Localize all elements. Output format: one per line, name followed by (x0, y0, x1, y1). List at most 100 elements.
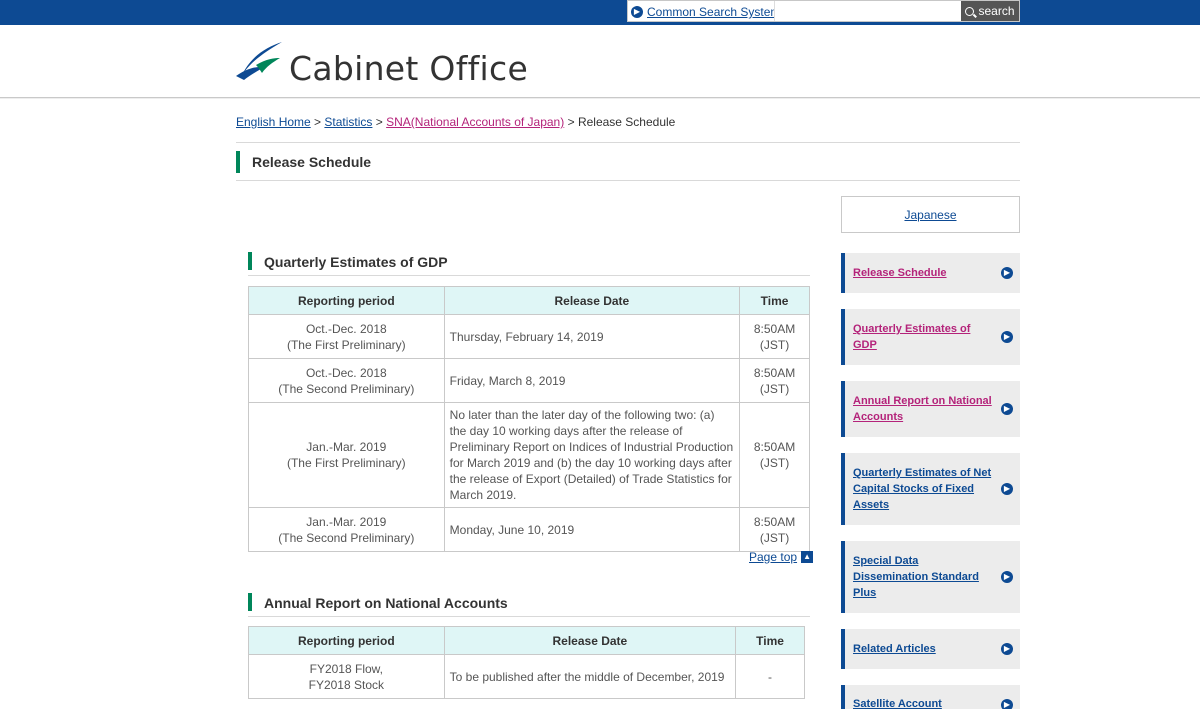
period-line: FY2018 Flow, (309, 661, 383, 676)
release-date-cell: No later than the later day of the follo… (443, 402, 741, 508)
chevron-right-icon[interactable]: ▶ (1001, 643, 1013, 655)
sidebar-item-release-schedule[interactable]: Release Schedule ▶ (841, 253, 1020, 293)
period-line: Jan.-Mar. 2019 (306, 440, 387, 454)
breadcrumb: English Home > Statistics > SNA(National… (236, 115, 675, 129)
sidebar-item-satellite-account[interactable]: Satellite Account ▶ (841, 685, 1020, 709)
column-header-release-date: Release Date (443, 286, 741, 315)
sidebar-item-label[interactable]: Special Data Dissemination Standard Plus (853, 553, 995, 601)
chevron-right-icon[interactable]: ▶ (1001, 483, 1013, 495)
cabinet-office-logo-icon[interactable] (236, 41, 284, 81)
table-header-row: Reporting period Release Date Time (248, 626, 805, 655)
breadcrumb-separator: > (375, 115, 383, 129)
breadcrumb-current: Release Schedule (577, 115, 676, 129)
column-header-reporting-period: Reporting period (248, 626, 445, 655)
column-header-time: Time (735, 626, 805, 655)
page-title-block: Release Schedule (236, 142, 1020, 181)
time-line: (JST) (759, 530, 790, 545)
section-accent-bar (248, 252, 252, 270)
period-line: (The Second Preliminary) (278, 530, 415, 545)
table-row: Oct.-Dec. 2018 (The First Preliminary) Th… (248, 314, 810, 359)
search-button[interactable]: search (961, 1, 1019, 21)
quarterly-gdp-table: Reporting period Release Date Time Oct.-… (248, 286, 810, 552)
time-cell: 8:50AM (JST) (739, 358, 810, 403)
search-input[interactable] (774, 1, 960, 21)
reporting-period-cell: Oct.-Dec. 2018 (The Second Preliminary) (248, 358, 445, 403)
period-line: Oct.-Dec. 2018 (305, 365, 387, 380)
column-header-time: Time (739, 286, 810, 315)
period-line: Oct.-Dec. 2018 (305, 321, 387, 336)
arrow-up-icon[interactable]: ▲ (801, 551, 814, 563)
page-top-link[interactable]: Page top (749, 550, 797, 564)
chevron-right-icon[interactable]: ▶ (1001, 331, 1013, 343)
column-header-reporting-period: Reporting period (248, 286, 445, 315)
sidebar-item-label[interactable]: Satellite Account (853, 696, 995, 709)
sidebar-item-annual-report[interactable]: Annual Report on National Accounts ▶ (841, 381, 1020, 437)
period-line: Jan.-Mar. 2019 (306, 514, 387, 529)
top-bar: ▶ Common Search System search (0, 0, 1200, 25)
chevron-right-icon[interactable]: ▶ (1001, 267, 1013, 279)
title-accent-bar (236, 151, 240, 173)
reporting-period-cell: Oct.-Dec. 2018 (The First Preliminary) (248, 314, 445, 359)
sidebar-item-label[interactable]: Quarterly Estimates of Net Capital Stock… (853, 465, 995, 513)
time-line: 8:50AM (753, 321, 796, 336)
time-line: 8:50AM (753, 365, 796, 380)
reporting-period-cell: FY2018 Flow, FY2018 Stock (248, 654, 445, 699)
sidebar-item-label[interactable]: Related Articles (853, 641, 995, 657)
period-line: FY2018 Stock (308, 677, 384, 692)
annual-report-table: Reporting period Release Date Time FY201… (248, 626, 805, 699)
breadcrumb-separator: > (314, 115, 322, 129)
sidebar-item-capital-stocks[interactable]: Quarterly Estimates of Net Capital Stock… (841, 453, 1020, 525)
section-title: Annual Report on National Accounts (264, 595, 508, 611)
sidebar-item-quarterly-gdp[interactable]: Quarterly Estimates of GDP ▶ (841, 309, 1020, 365)
period-line: (The First Preliminary) (286, 337, 406, 352)
sidebar-item-label[interactable]: Release Schedule (853, 265, 995, 281)
page-top-link-wrap: Page top ▲ (749, 550, 814, 564)
table-row: Jan.-Mar. 2019 (The Second Preliminary) M… (248, 507, 810, 552)
site-header: Cabinet Office (0, 25, 1200, 98)
section-accent-bar (248, 593, 252, 611)
release-date-cell: Monday, June 10, 2019 (443, 507, 741, 552)
common-search-link[interactable]: Common Search System (647, 5, 780, 19)
time-cell: 8:50AM (JST) (739, 402, 810, 508)
breadcrumb-statistics[interactable]: Statistics (324, 115, 372, 129)
column-header-release-date: Release Date (443, 626, 737, 655)
reporting-period-cell: Jan.-Mar. 2019 (The Second Preliminary) (248, 507, 445, 552)
arrow-right-icon: ▶ (631, 6, 643, 18)
release-date-cell: To be published after the middle of Dece… (443, 654, 737, 699)
table-row: FY2018 Flow, FY2018 Stock To be published… (248, 654, 805, 699)
table-row: Oct.-Dec. 2018 (The Second Preliminary) F… (248, 358, 810, 403)
chevron-right-icon[interactable]: ▶ (1001, 571, 1013, 583)
breadcrumb-separator: > (567, 115, 575, 129)
section-title: Quarterly Estimates of GDP (264, 254, 448, 270)
site-name[interactable]: Cabinet Office (289, 49, 528, 88)
chevron-right-icon[interactable]: ▶ (1001, 699, 1013, 709)
sidebar-item-related-articles[interactable]: Related Articles ▶ (841, 629, 1020, 669)
reporting-period-cell: Jan.-Mar. 2019 (The First Preliminary) (248, 402, 445, 508)
sidebar-item-label[interactable]: Annual Report on National Accounts (853, 393, 995, 425)
japanese-link[interactable]: Japanese (904, 208, 956, 222)
period-line: (The First Preliminary) (286, 456, 406, 470)
sidebar-item-sdds-plus[interactable]: Special Data Dissemination Standard Plus… (841, 541, 1020, 613)
search-icon (965, 6, 975, 16)
section-heading-quarterly-gdp: Quarterly Estimates of GDP (248, 252, 810, 276)
search-button-label: search (978, 4, 1015, 18)
time-cell: 8:50AM (JST) (739, 314, 810, 359)
breadcrumb-english-home[interactable]: English Home (236, 115, 311, 129)
table-header-row: Reporting period Release Date Time (248, 286, 810, 315)
table-row: Jan.-Mar. 2019 (The First Preliminary) No… (248, 402, 810, 508)
time-line: (JST) (759, 381, 790, 396)
time-line: (JST) (759, 456, 790, 470)
language-switch-box: Japanese (841, 196, 1020, 233)
page-title: Release Schedule (252, 154, 372, 170)
common-search-link-wrap: ▶ Common Search System (631, 4, 780, 20)
time-cell: 8:50AM (JST) (739, 507, 810, 552)
section-heading-annual-report: Annual Report on National Accounts (248, 593, 810, 617)
time-line: 8:50AM (753, 440, 796, 454)
time-line: (JST) (759, 337, 790, 352)
time-line: 8:50AM (753, 514, 796, 529)
chevron-right-icon[interactable]: ▶ (1001, 403, 1013, 415)
sidebar-item-label[interactable]: Quarterly Estimates of GDP (853, 321, 995, 353)
site-search-box: ▶ Common Search System search (627, 0, 1020, 22)
breadcrumb-sna[interactable]: SNA(National Accounts of Japan) (386, 115, 564, 129)
release-date-cell: Friday, March 8, 2019 (443, 358, 741, 403)
